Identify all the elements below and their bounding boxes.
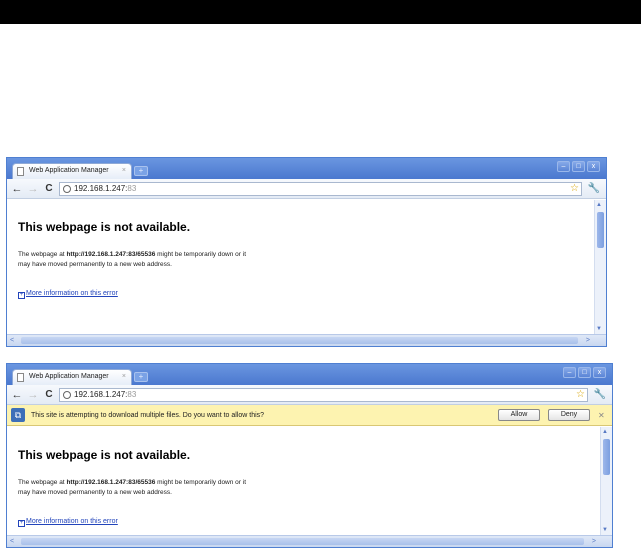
puzzle-icon: ⧉ [11, 408, 25, 422]
deny-button[interactable]: Deny [548, 409, 590, 421]
expand-plus-icon[interactable]: + [18, 292, 25, 299]
url-port: 83 [127, 390, 137, 399]
horizontal-scroll-thumb[interactable] [21, 538, 584, 545]
vertical-scroll-thumb[interactable] [597, 212, 604, 248]
star-icon[interactable]: ☆ [576, 389, 585, 401]
allow-button[interactable]: Allow [498, 409, 540, 421]
error-text-suffix: might be temporarily down or it [155, 479, 247, 486]
tab-close-icon[interactable]: × [122, 164, 126, 178]
error-text-line2: may have moved permanently to a new web … [18, 489, 172, 496]
scroll-up-icon[interactable]: ▲ [602, 428, 608, 436]
scroll-down-icon[interactable]: ▼ [596, 325, 602, 333]
error-url: http://192.168.1.247:83/65536 [66, 251, 156, 258]
infobar-close-icon[interactable]: ✕ [598, 405, 605, 426]
error-text-line2: may have moved permanently to a new web … [18, 261, 172, 268]
error-title: This webpage is not available. [18, 220, 191, 234]
scroll-left-icon[interactable]: < [10, 536, 14, 547]
scroll-up-icon[interactable]: ▲ [596, 201, 602, 209]
back-arrow-icon[interactable]: ← [11, 182, 23, 196]
page-content: This webpage is not available. The webpa… [7, 200, 594, 334]
browser-window-2: Web Application Manager × + – □ x ← → C … [6, 363, 613, 548]
url-host: 192.168.1.247: [74, 390, 128, 399]
minimize-button[interactable]: – [557, 161, 570, 172]
more-info-link[interactable]: More information on this error [26, 518, 118, 525]
star-icon[interactable]: ☆ [570, 183, 579, 195]
wrench-icon[interactable]: 🔧 [588, 182, 600, 196]
toolbar: ← → C 192.168.1.247:83 ☆ 🔧 [7, 179, 606, 199]
error-text-suffix: might be temporarily down or it [155, 251, 247, 258]
error-description: The webpage at http://192.168.1.247:83/6… [18, 478, 600, 498]
download-infobar: ⧉ This site is attempting to download mu… [7, 405, 612, 426]
browser-tab[interactable]: Web Application Manager × [12, 369, 132, 385]
vertical-scroll-thumb[interactable] [603, 439, 610, 475]
scroll-left-icon[interactable]: < [10, 335, 14, 346]
browser-tab[interactable]: Web Application Manager × [12, 163, 132, 179]
horizontal-scroll-thumb[interactable] [21, 337, 578, 344]
horizontal-scrollbar[interactable]: < > [7, 334, 606, 346]
wrench-icon[interactable]: 🔧 [594, 388, 606, 402]
more-info: + More information on this error [18, 517, 600, 527]
browser-window-1: Web Application Manager × + – □ x ← → C … [6, 157, 607, 347]
expand-plus-icon[interactable]: + [18, 520, 25, 527]
vertical-scrollbar[interactable]: ▲ ▼ [594, 200, 606, 334]
error-title: This webpage is not available. [18, 448, 191, 462]
toolbar: ← → C 192.168.1.247:83 ☆ 🔧 [7, 385, 612, 405]
address-bar[interactable]: 192.168.1.247:83 ☆ [59, 388, 588, 402]
vertical-scrollbar[interactable]: ▲ ▼ [600, 427, 612, 535]
maximize-button[interactable]: □ [572, 161, 585, 172]
new-tab-button[interactable]: + [134, 372, 148, 382]
error-text-prefix: The webpage at [18, 479, 67, 486]
globe-icon [63, 185, 71, 193]
top-black-bar [0, 0, 641, 24]
horizontal-scrollbar[interactable]: < > [7, 535, 612, 547]
scroll-right-icon[interactable]: > [592, 536, 596, 547]
close-button[interactable]: x [593, 367, 606, 378]
title-bar: Web Application Manager × + – □ x [7, 364, 612, 385]
maximize-button[interactable]: □ [578, 367, 591, 378]
page-icon [17, 167, 24, 176]
error-text-prefix: The webpage at [18, 251, 67, 258]
tab-title: Web Application Manager [29, 373, 109, 380]
address-bar[interactable]: 192.168.1.247:83 ☆ [59, 182, 582, 196]
window-controls: – □ x [557, 161, 600, 173]
scroll-down-icon[interactable]: ▼ [602, 526, 608, 534]
forward-arrow-icon[interactable]: → [27, 182, 39, 196]
tab-title: Web Application Manager [29, 167, 109, 174]
more-info-link[interactable]: More information on this error [26, 290, 118, 297]
url-port: 83 [127, 184, 137, 193]
page-icon [17, 373, 24, 382]
error-description: The webpage at http://192.168.1.247:83/6… [18, 250, 594, 270]
reload-icon[interactable]: C [43, 388, 55, 402]
error-url: http://192.168.1.247:83/65536 [66, 479, 156, 486]
title-bar: Web Application Manager × + – □ x [7, 158, 606, 179]
close-button[interactable]: x [587, 161, 600, 172]
infobar-message: This site is attempting to download mult… [31, 412, 265, 419]
window-controls: – □ x [563, 367, 606, 379]
more-info: + More information on this error [18, 289, 594, 299]
tab-close-icon[interactable]: × [122, 370, 126, 384]
globe-icon [63, 391, 71, 399]
minimize-button[interactable]: – [563, 367, 576, 378]
reload-icon[interactable]: C [43, 182, 55, 196]
new-tab-button[interactable]: + [134, 166, 148, 176]
page-content: This webpage is not available. The webpa… [7, 428, 600, 535]
back-arrow-icon[interactable]: ← [11, 388, 23, 402]
scroll-right-icon[interactable]: > [586, 335, 590, 346]
forward-arrow-icon[interactable]: → [27, 388, 39, 402]
url-host: 192.168.1.247: [74, 184, 128, 193]
